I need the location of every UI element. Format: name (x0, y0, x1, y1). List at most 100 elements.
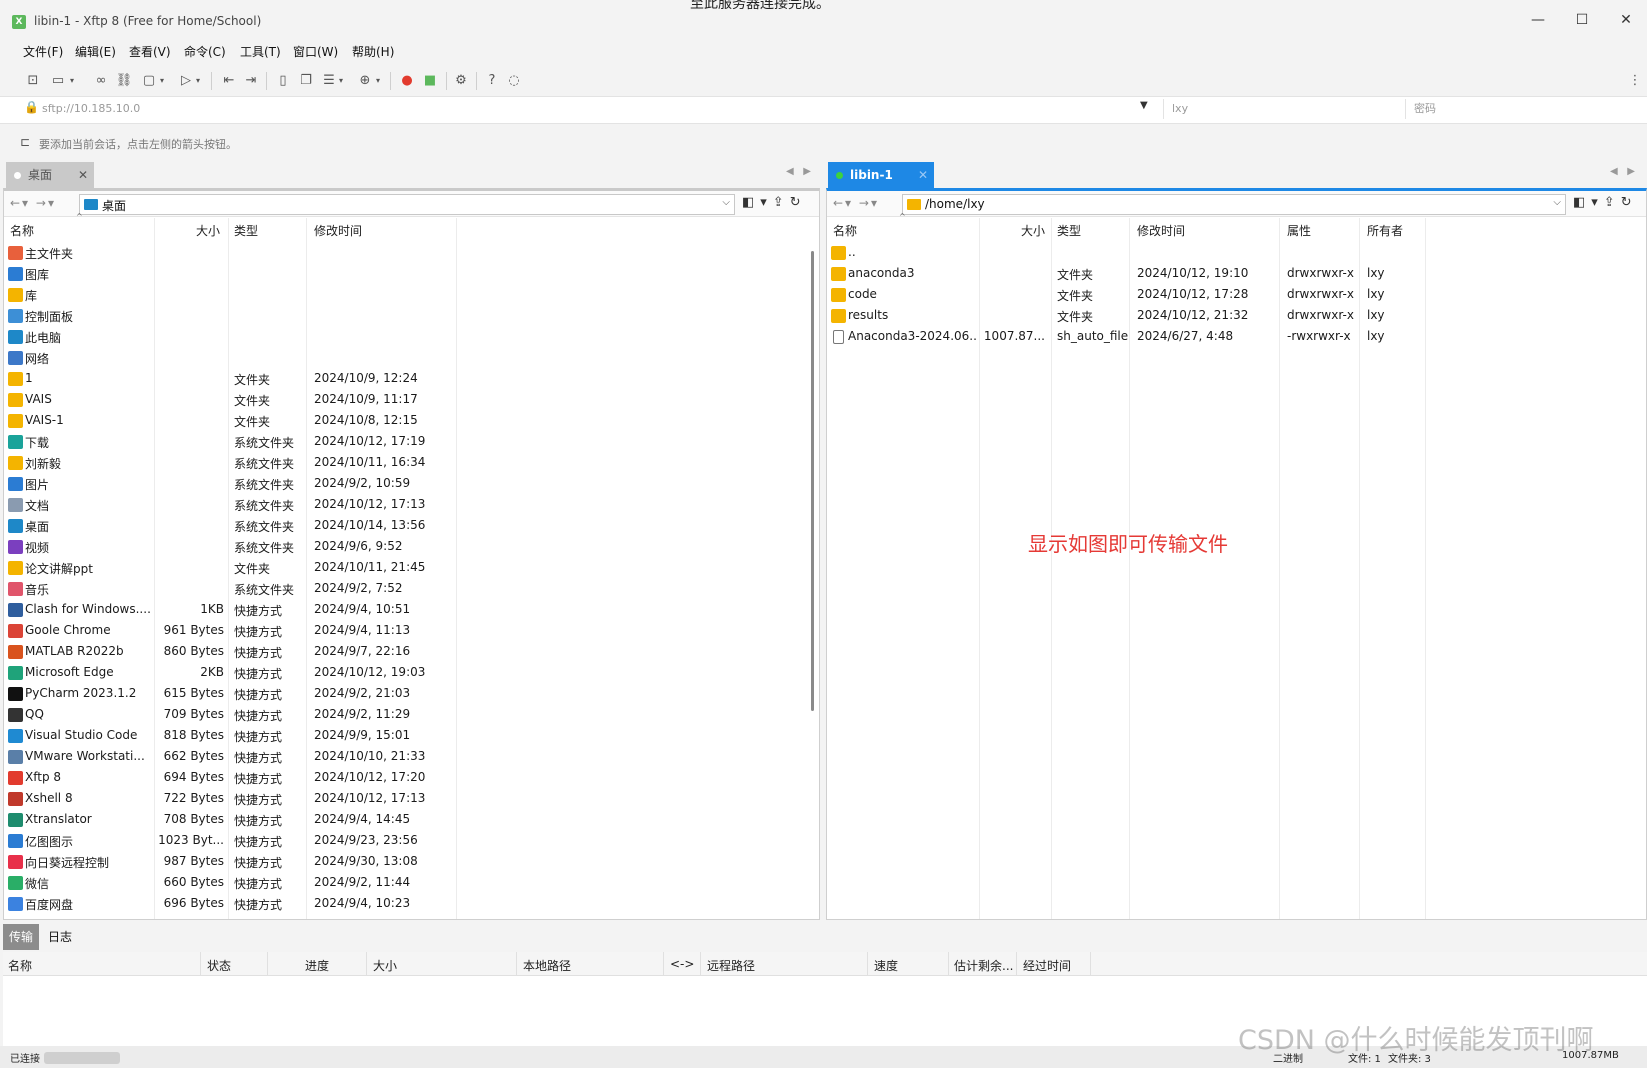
menu-edit[interactable]: 编辑(E) (75, 43, 116, 60)
column-type[interactable]: 类型 (1057, 222, 1081, 239)
new-session-icon[interactable]: ⊡ (22, 70, 44, 92)
download-icon[interactable]: ⇥ (240, 70, 262, 92)
duplicate-icon[interactable]: ❐ (295, 70, 317, 92)
file-row[interactable]: 音乐 系统文件夹 2024/9/2, 7:52 (4, 579, 819, 600)
file-row[interactable]: results 文件夹 2024/10/12, 21:32 drwxrwxr-x lxy (827, 306, 1646, 327)
more-options-icon[interactable]: ⋮ (1628, 70, 1642, 92)
file-row[interactable]: PyCharm 2023.1.2 615 Bytes 快捷方式 2024/9/2, 2… (4, 684, 819, 705)
password-field[interactable]: 密码 (1405, 99, 1645, 119)
transfer-col-status[interactable]: 状态 (207, 957, 231, 974)
column-size[interactable]: 大小 (1021, 222, 1045, 239)
file-row[interactable]: Visual Studio Code 818 Bytes 快捷方式 2024/9/9,… (4, 726, 819, 747)
file-row[interactable]: 库 (4, 285, 819, 306)
file-row[interactable]: MATLAB R2022b 860 Bytes 快捷方式 2024/9/7, 22:1… (4, 642, 819, 663)
vertical-scrollbar[interactable] (811, 251, 814, 711)
view-dropdown-icon[interactable]: ▾ (336, 70, 346, 92)
file-row[interactable]: anaconda3 文件夹 2024/10/12, 19:10 drwxrwxr-x l… (827, 264, 1646, 285)
transfer-col-size[interactable]: 大小 (373, 957, 397, 974)
new-tab-dropdown-icon[interactable]: ▾ (157, 70, 167, 92)
file-row[interactable]: 文档 系统文件夹 2024/10/12, 17:13 (4, 495, 819, 516)
column-modified[interactable]: 修改时间 (1137, 222, 1185, 239)
column-size[interactable]: 大小 (196, 222, 220, 239)
settings-gear-icon[interactable]: ⚙ (450, 70, 472, 92)
file-row[interactable]: 控制面板 (4, 306, 819, 327)
file-row[interactable]: 主文件夹 (4, 243, 819, 264)
tab-transfer[interactable]: 传输 (3, 924, 40, 950)
file-row[interactable]: 刘新毅 系统文件夹 2024/10/11, 16:34 (4, 453, 819, 474)
disconnect-icon[interactable]: ⛓ (113, 70, 135, 92)
menu-view[interactable]: 查看(V) (129, 43, 171, 60)
file-row[interactable]: 视频 系统文件夹 2024/9/6, 9:52 (4, 537, 819, 558)
back-forward-icon[interactable]: ←▾ →▾ (833, 196, 879, 210)
connect-link-icon[interactable]: ∞ (90, 70, 112, 92)
encoding-dropdown-icon[interactable]: ▾ (373, 70, 383, 92)
username-field[interactable]: lxy (1163, 99, 1403, 119)
transfer-col-eta[interactable]: 估计剩余... (954, 957, 1013, 974)
file-row[interactable]: Anaconda3-2024.06... 1007.87... sh_auto_fi… (827, 327, 1646, 348)
transfer-col-direction[interactable]: <-> (670, 957, 694, 971)
file-row[interactable]: 桌面 系统文件夹 2024/10/14, 13:56 (4, 516, 819, 537)
upload-icon[interactable]: ⇤ (218, 70, 240, 92)
tab-local-desktop[interactable]: 桌面 ✕ (6, 162, 94, 188)
file-row[interactable]: 亿图图示 1023 Byt... 快捷方式 2024/9/23, 23:56 (4, 831, 819, 852)
local-nav-tools[interactable]: ◧▾⇪↻ (742, 195, 807, 210)
file-row[interactable]: VAIS 文件夹 2024/10/9, 11:17 (4, 390, 819, 411)
remote-path-input[interactable]: /home/lxy ⌵ (902, 194, 1566, 215)
path-dropdown-icon[interactable]: ⌵ (1553, 197, 1561, 208)
close-tab-icon[interactable]: ✕ (918, 162, 928, 188)
address-dropdown-icon[interactable]: ▼ (1140, 100, 1148, 111)
help-icon[interactable]: ? (481, 70, 503, 92)
transfer-col-speed[interactable]: 速度 (874, 957, 898, 974)
file-row[interactable]: VMware Workstati... 662 Bytes 快捷方式 2024/10/… (4, 747, 819, 768)
transfer-col-local-path[interactable]: 本地路径 (523, 957, 571, 974)
file-row[interactable]: 网络 (4, 348, 819, 369)
column-type[interactable]: 类型 (234, 222, 258, 239)
file-row[interactable]: 1 文件夹 2024/10/9, 12:24 (4, 369, 819, 390)
file-row[interactable]: Clash for Windows.... 1KB 快捷方式 2024/9/4, 10… (4, 600, 819, 621)
transfer-col-progress[interactable]: 进度 (305, 957, 329, 974)
add-session-icon[interactable]: ⊏ (20, 135, 30, 149)
file-row[interactable]: 此电脑 (4, 327, 819, 348)
file-row[interactable]: Xftp 8 694 Bytes 快捷方式 2024/10/12, 17:20 (4, 768, 819, 789)
path-dropdown-icon[interactable]: ⌵ (722, 197, 730, 208)
transfer-col-elapsed[interactable]: 经过时间 (1023, 957, 1071, 974)
menu-tools[interactable]: 工具(T) (240, 43, 281, 60)
close-tab-icon[interactable]: ✕ (78, 162, 88, 188)
file-row[interactable]: 百度网盘 696 Bytes 快捷方式 2024/9/4, 10:23 (4, 894, 819, 915)
file-row[interactable]: 图片 系统文件夹 2024/9/2, 10:59 (4, 474, 819, 495)
xshell-icon[interactable]: ● (396, 70, 418, 92)
maximize-button[interactable]: ☐ (1562, 8, 1602, 32)
chat-icon[interactable]: ◌ (503, 70, 525, 92)
close-button[interactable]: ✕ (1606, 8, 1646, 32)
file-row[interactable]: Xshell 8 722 Bytes 快捷方式 2024/10/12, 17:13 (4, 789, 819, 810)
file-row[interactable]: 论文讲解ppt 文件夹 2024/10/11, 21:45 (4, 558, 819, 579)
open-dropdown-icon[interactable]: ▾ (67, 70, 77, 92)
menu-command[interactable]: 命令(C) (184, 43, 226, 60)
file-row[interactable]: VAIS-1 文件夹 2024/10/8, 12:15 (4, 411, 819, 432)
transfer-col-remote-path[interactable]: 远程路径 (707, 957, 755, 974)
file-row[interactable]: 微信 660 Bytes 快捷方式 2024/9/2, 11:44 (4, 873, 819, 894)
host-address-input[interactable]: sftp://10.185.10.0 (42, 99, 1142, 119)
column-modified[interactable]: 修改时间 (314, 222, 362, 239)
copy-icon[interactable]: ▯ (272, 70, 294, 92)
column-owner[interactable]: 所有者 (1367, 222, 1403, 239)
back-forward-icon[interactable]: ←▾ →▾ (10, 196, 56, 210)
minimize-button[interactable]: — (1518, 8, 1558, 32)
transfer-col-name[interactable]: 名称 (8, 957, 32, 974)
transfer-dropdown-icon[interactable]: ▾ (193, 70, 203, 92)
menu-window[interactable]: 窗口(W) (293, 43, 338, 60)
menu-help[interactable]: 帮助(H) (352, 43, 394, 60)
remote-nav-tools[interactable]: ◧▾⇪↻ (1573, 195, 1638, 210)
tab-scroll-arrows[interactable]: ◀ ▶ (1610, 166, 1635, 177)
file-row[interactable]: 向日葵远程控制 987 Bytes 快捷方式 2024/9/30, 13:08 (4, 852, 819, 873)
file-row[interactable]: Xtranslator 708 Bytes 快捷方式 2024/9/4, 14:45 (4, 810, 819, 831)
file-row[interactable]: code 文件夹 2024/10/12, 17:28 drwxrwxr-x lxy (827, 285, 1646, 306)
local-path-input[interactable]: 桌面 ⌵ (79, 194, 735, 215)
file-row[interactable]: 图库 (4, 264, 819, 285)
file-row[interactable]: QQ 709 Bytes 快捷方式 2024/9/2, 11:29 (4, 705, 819, 726)
file-row[interactable]: .. (827, 243, 1646, 264)
xftp-icon[interactable]: ■ (419, 70, 441, 92)
open-folder-icon[interactable]: ▭ (47, 70, 69, 92)
column-permissions[interactable]: 属性 (1287, 222, 1311, 239)
menu-file[interactable]: 文件(F) (23, 43, 63, 60)
